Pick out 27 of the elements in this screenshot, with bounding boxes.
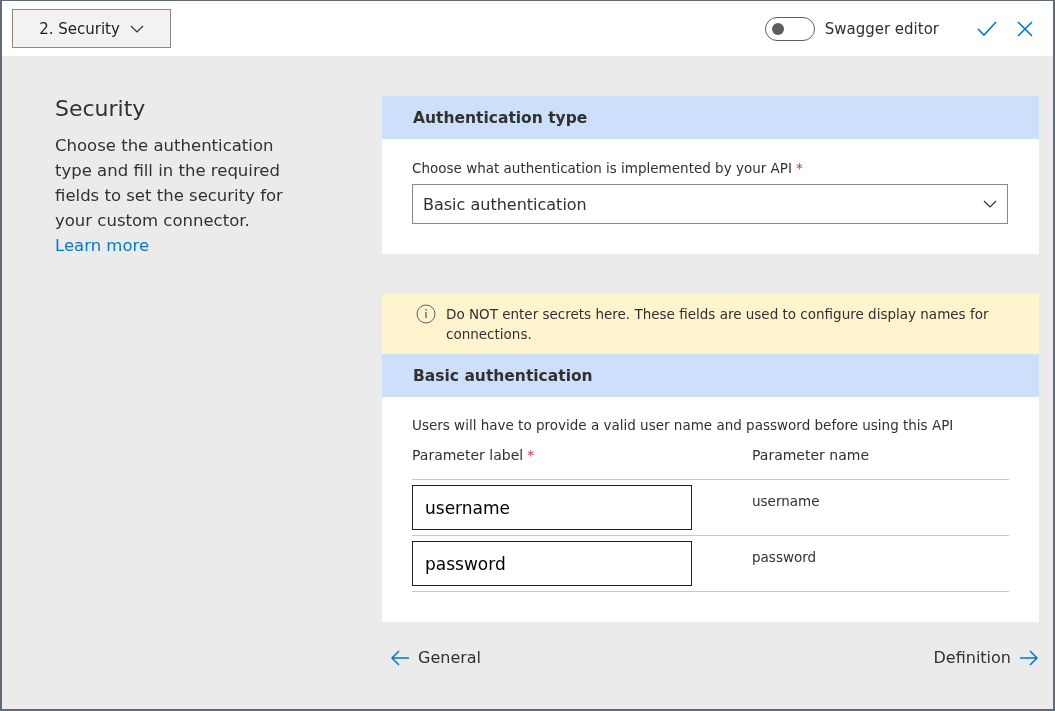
- card-header: Basic authentication: [382, 354, 1039, 397]
- check-icon: [977, 20, 997, 37]
- card-header: Authentication type: [382, 96, 1039, 139]
- column-header: Parameter label *: [412, 447, 536, 463]
- card-description: Users will have to provide a valid user name and password before using this API: [412, 417, 955, 433]
- column-header: Parameter name: [752, 447, 870, 463]
- step-dropdown[interactable]: 2. Security: [12, 9, 171, 48]
- chevron-down-icon: [129, 24, 144, 33]
- close-icon: [1017, 20, 1033, 37]
- back-link[interactable]: General: [390, 648, 482, 667]
- parameter-name: username: [752, 492, 821, 511]
- chevron-down-icon: [983, 200, 997, 208]
- learn-more-link[interactable]: Learn more: [55, 236, 150, 255]
- section-description: Choose the authentication type and fill in the required fields to set the security for your custom connector.: [55, 135, 284, 232]
- toggle-switch[interactable]: [764, 16, 815, 41]
- arrow-left-icon: [390, 649, 410, 666]
- warning-text: Do NOT enter secrets here. These fields are used to configure display names for connections.: [446, 305, 990, 344]
- parameter-label-input[interactable]: username: [412, 485, 692, 530]
- parameter-label-input[interactable]: password: [412, 541, 692, 586]
- next-link[interactable]: Definition: [933, 648, 1039, 667]
- info-icon: [416, 304, 436, 324]
- toggle-label: Swagger editor: [824, 19, 939, 38]
- field-label: Choose what authentication is implemented by your API *: [412, 160, 804, 176]
- section-title: Security: [55, 96, 147, 121]
- authentication-dropdown[interactable]: Basic authentication: [412, 184, 1008, 224]
- parameter-name: password: [752, 548, 818, 567]
- arrow-right-icon: [1019, 649, 1039, 666]
